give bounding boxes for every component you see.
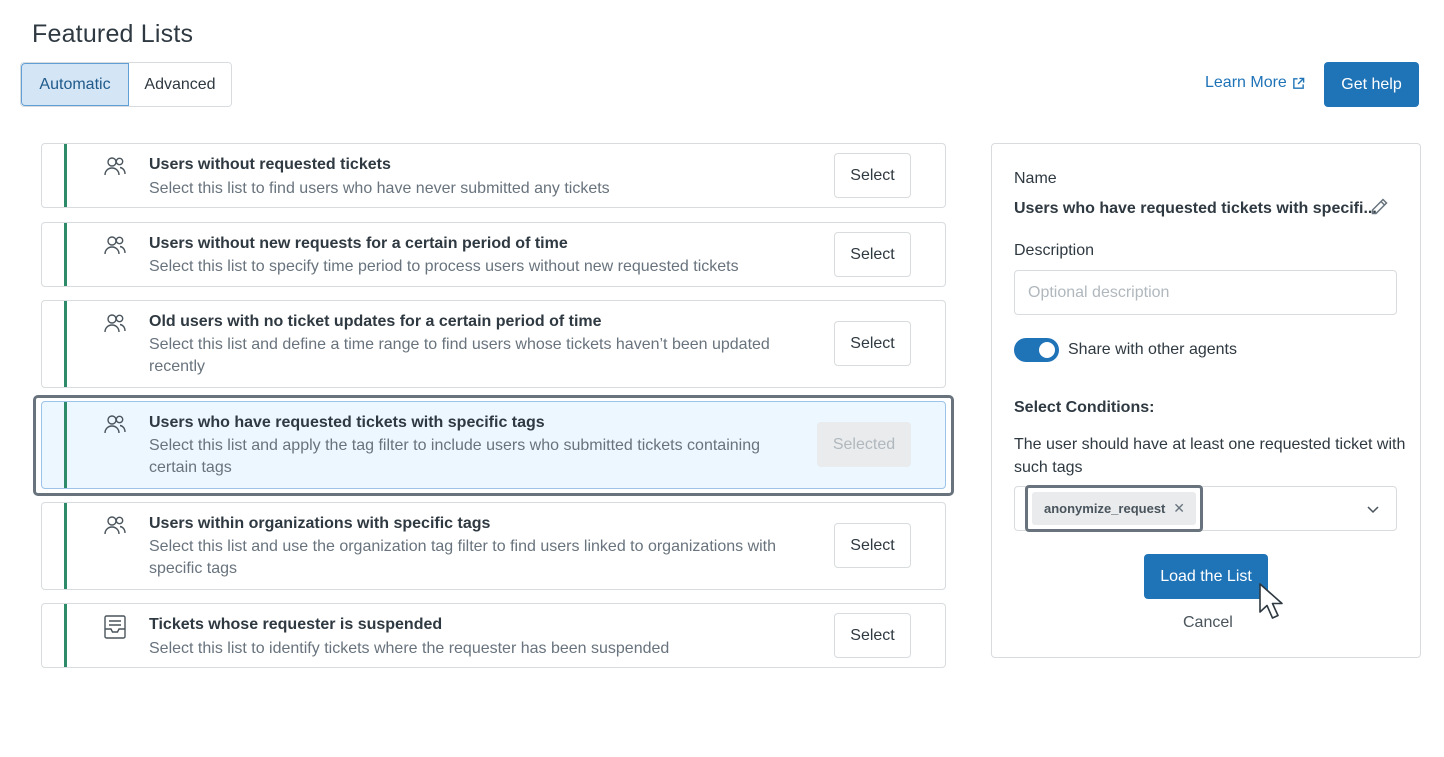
list-description: Select this list and define a time range…: [149, 336, 770, 375]
chevron-down-icon: [1367, 506, 1379, 514]
page-title: Featured Lists: [32, 20, 194, 48]
accent-bar: [64, 604, 67, 667]
toggle-knob: [1039, 342, 1055, 358]
accent-bar: [64, 301, 67, 387]
accent-bar: [64, 144, 67, 207]
get-help-button[interactable]: Get help: [1324, 62, 1419, 107]
selected-button: Selected: [817, 422, 911, 467]
mode-toggle: Automatic Advanced: [20, 62, 232, 107]
users-icon: [102, 311, 128, 337]
users-icon: [102, 154, 128, 180]
list-item: Users without requested tickets Select t…: [41, 143, 946, 208]
remove-tag-icon[interactable]: ✕: [1173, 500, 1185, 517]
tag-chip: anonymize_request ✕: [1032, 492, 1196, 525]
select-button[interactable]: Select: [834, 153, 911, 198]
tag-label: anonymize_request: [1044, 501, 1166, 516]
list-title: Users without new requests for a certain…: [149, 235, 568, 252]
list-title: Tickets whose requester is suspended: [149, 616, 443, 633]
list-title: Users within organizations with specific…: [149, 515, 491, 532]
accent-bar: [64, 223, 67, 286]
list-item: Tickets whose requester is suspended Sel…: [41, 603, 946, 668]
list-description: Select this list and apply the tag filte…: [149, 437, 760, 476]
list-description: Select this list to specify time period …: [149, 258, 739, 275]
learn-more-link[interactable]: Learn More: [1205, 74, 1305, 92]
tab-advanced[interactable]: Advanced: [129, 63, 231, 106]
description-label: Description: [1014, 242, 1095, 259]
users-icon: [102, 412, 128, 438]
users-icon: [102, 233, 128, 259]
select-button[interactable]: Select: [834, 613, 911, 658]
name-label: Name: [1014, 170, 1057, 187]
external-link-icon: [1292, 77, 1305, 89]
list-title: Users without requested tickets: [149, 156, 391, 173]
list-description: Select this list and use the organizatio…: [149, 538, 777, 577]
list-title: Users who have requested tickets with sp…: [149, 414, 545, 431]
users-icon: [102, 513, 128, 539]
conditions-title: Select Conditions:: [1014, 399, 1155, 416]
list-name-value: Users who have requested tickets with sp…: [1014, 200, 1377, 217]
list-item-selected: Users who have requested tickets with sp…: [41, 401, 946, 489]
list-title: Old users with no ticket updates for a c…: [149, 313, 602, 330]
list-item: Users within organizations with specific…: [41, 502, 946, 590]
share-label: Share with other agents: [1068, 341, 1237, 358]
load-list-button[interactable]: Load the List: [1144, 554, 1268, 599]
list-description: Select this list to identify tickets whe…: [149, 640, 670, 657]
description-input[interactable]: [1014, 270, 1397, 315]
conditions-text: The user should have at least one reques…: [1014, 436, 1406, 476]
select-button[interactable]: Select: [834, 523, 911, 568]
list-description: Select this list to find users who have …: [149, 180, 610, 197]
learn-more-label: Learn More: [1205, 74, 1287, 91]
list-item: Old users with no ticket updates for a c…: [41, 300, 946, 388]
pencil-icon[interactable]: [1368, 196, 1390, 218]
list-item: Users without new requests for a certain…: [41, 222, 946, 287]
tab-automatic[interactable]: Automatic: [21, 63, 129, 106]
accent-bar: [64, 503, 67, 589]
cancel-link[interactable]: Cancel: [1183, 614, 1233, 632]
accent-bar: [64, 402, 67, 488]
select-button[interactable]: Select: [834, 232, 911, 277]
inbox-icon: [102, 614, 128, 640]
select-button[interactable]: Select: [834, 321, 911, 366]
share-toggle[interactable]: [1014, 338, 1059, 362]
